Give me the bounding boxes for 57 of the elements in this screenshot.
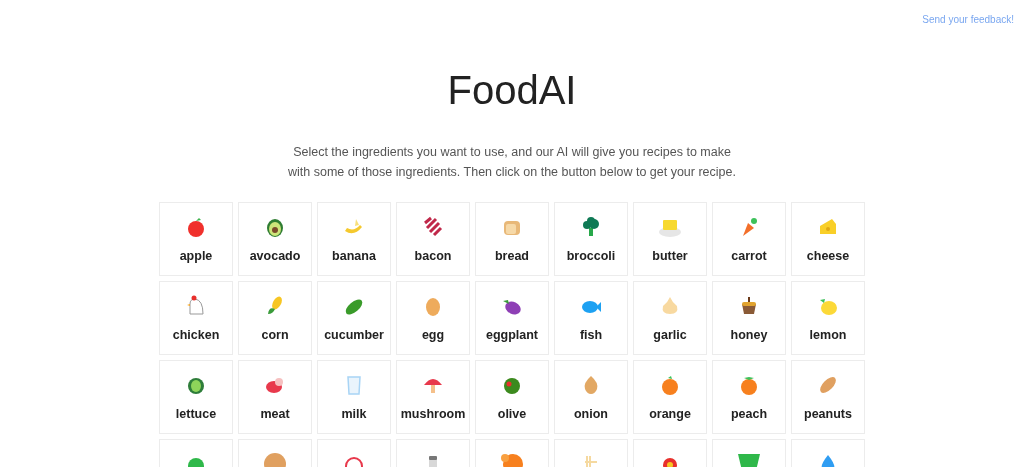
- ingredient-label: cucumber: [324, 327, 384, 344]
- ingredient-label: chicken: [172, 327, 220, 344]
- ingredient-tile[interactable]: banana: [317, 202, 391, 276]
- ingredient-tile[interactable]: meat: [238, 360, 312, 434]
- intro-text: Select the ingredients you want to use, and our AI will give you recipes to make with some of those ingredients. Then click on the button below to get your recipe.: [287, 144, 737, 181]
- ingredient-tile[interactable]: cheese: [791, 202, 865, 276]
- ingredient-label: mushroom: [400, 406, 466, 423]
- ingredient-tile[interactable]: orange: [633, 360, 707, 434]
- ingredient-tile[interactable]: olive: [475, 360, 549, 434]
- ingredient-tile[interactable]: honey: [712, 281, 786, 355]
- ingredient-label: egg: [421, 327, 445, 344]
- ingredient-tile[interactable]: garlic: [633, 281, 707, 355]
- ingredient-tile[interactable]: milk: [317, 360, 391, 434]
- ingredient-tile[interactable]: carrot: [712, 202, 786, 276]
- ingredient-tile[interactable]: lettuce: [159, 360, 233, 434]
- ingredient-label: eggplant: [485, 327, 539, 344]
- ingredient-label: lemon: [809, 327, 847, 344]
- ingredient-tile[interactable]: peanuts: [791, 360, 865, 434]
- ingredient-tile[interactable]: bacon: [396, 202, 470, 276]
- ingredient-tile[interactable]: broccoli: [554, 202, 628, 276]
- ingredient-label: bacon: [414, 248, 452, 265]
- ingredient-tile[interactable]: egg: [396, 281, 470, 355]
- ingredient-label: meat: [260, 406, 290, 423]
- ingredient-label: apple: [179, 248, 213, 265]
- ingredient-label: milk: [341, 406, 367, 423]
- ingredient-tile[interactable]: peach: [712, 360, 786, 434]
- ingredient-label: bread: [494, 248, 529, 265]
- ingredient-tile[interactable]: onion: [554, 360, 628, 434]
- ingredient-tile[interactable]: bread: [475, 202, 549, 276]
- ingredient-label: garlic: [653, 327, 687, 344]
- ingredient-tile[interactable]: eggplant: [475, 281, 549, 355]
- ingredient-label: corn: [261, 327, 289, 344]
- ingredient-label: fish: [579, 327, 603, 344]
- ingredient-tile[interactable]: chicken: [159, 281, 233, 355]
- ingredient-tile[interactable]: corn: [238, 281, 312, 355]
- ingredient-label: orange: [649, 406, 691, 423]
- ingredient-tile[interactable]: mushroom: [396, 360, 470, 434]
- ingredient-tile[interactable]: avocado: [238, 202, 312, 276]
- ingredient-label: peanuts: [804, 406, 852, 423]
- ingredient-label: broccoli: [566, 248, 616, 265]
- ingredient-label: honey: [730, 327, 768, 344]
- ingredient-tile[interactable]: fish: [554, 281, 628, 355]
- ingredient-tile[interactable]: apple: [159, 202, 233, 276]
- ingredient-label: cheese: [806, 248, 850, 265]
- ingredient-label: olive: [497, 406, 527, 423]
- ingredient-label: butter: [652, 248, 688, 265]
- ingredient-label: banana: [332, 248, 376, 265]
- ingredient-label: lettuce: [175, 406, 217, 423]
- ingredient-label: onion: [574, 406, 608, 423]
- ingredient-tile[interactable]: butter: [633, 202, 707, 276]
- ingredient-tile[interactable]: lemon: [791, 281, 865, 355]
- ingredient-label: carrot: [731, 248, 767, 265]
- ingredient-label: avocado: [249, 248, 301, 265]
- bacon-icon: [421, 215, 445, 239]
- page-title: FoodAI: [447, 67, 577, 114]
- ingredient-label: peach: [730, 406, 768, 423]
- ingredient-tile[interactable]: cucumber: [317, 281, 391, 355]
